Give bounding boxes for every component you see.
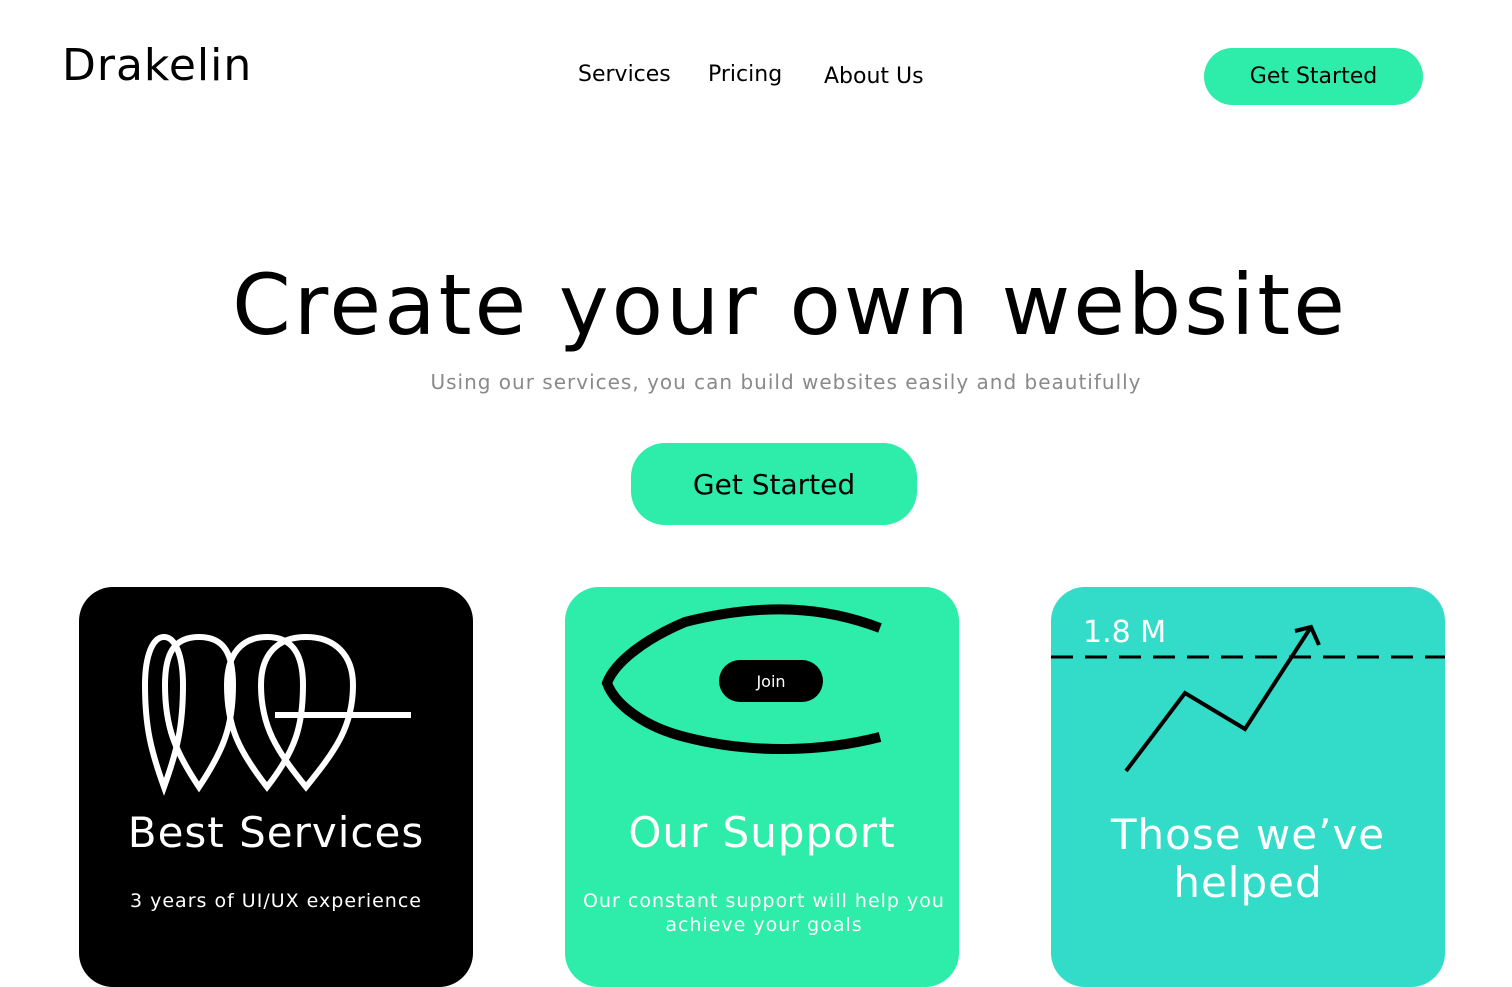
card-title: Best Services <box>127 808 425 857</box>
card-our-support: Join Our Support Our constant support wi… <box>565 587 959 987</box>
hero-title: Create your own website <box>232 256 1348 354</box>
card-best-services: Best Services 3 years of UI/UX experienc… <box>79 587 473 987</box>
nav-link-about-us[interactable]: About Us <box>824 64 924 89</box>
nav-link-services[interactable]: Services <box>578 62 671 87</box>
brand-logo[interactable]: Drakelin <box>62 40 252 91</box>
card-text: Our constant support will help you achie… <box>583 890 945 936</box>
header-get-started-button[interactable]: Get Started <box>1204 48 1423 105</box>
support-illustration <box>601 604 882 755</box>
hero-get-started-button[interactable]: Get Started <box>631 443 917 525</box>
nav-link-pricing[interactable]: Pricing <box>708 62 782 87</box>
helped-stat: 1.8 M <box>1083 615 1167 650</box>
card-text: 3 years of UI/UX experience <box>130 890 422 912</box>
card-title: Those we’ve helped <box>1110 810 1386 907</box>
services-illustration <box>141 633 411 796</box>
join-button[interactable]: Join <box>719 660 823 702</box>
hero-subtitle: Using our services, you can build websit… <box>430 370 1142 394</box>
card-title: Our Support <box>628 808 896 857</box>
card-those-helped: 1.8 M Those we’ve helped <box>1051 587 1445 987</box>
